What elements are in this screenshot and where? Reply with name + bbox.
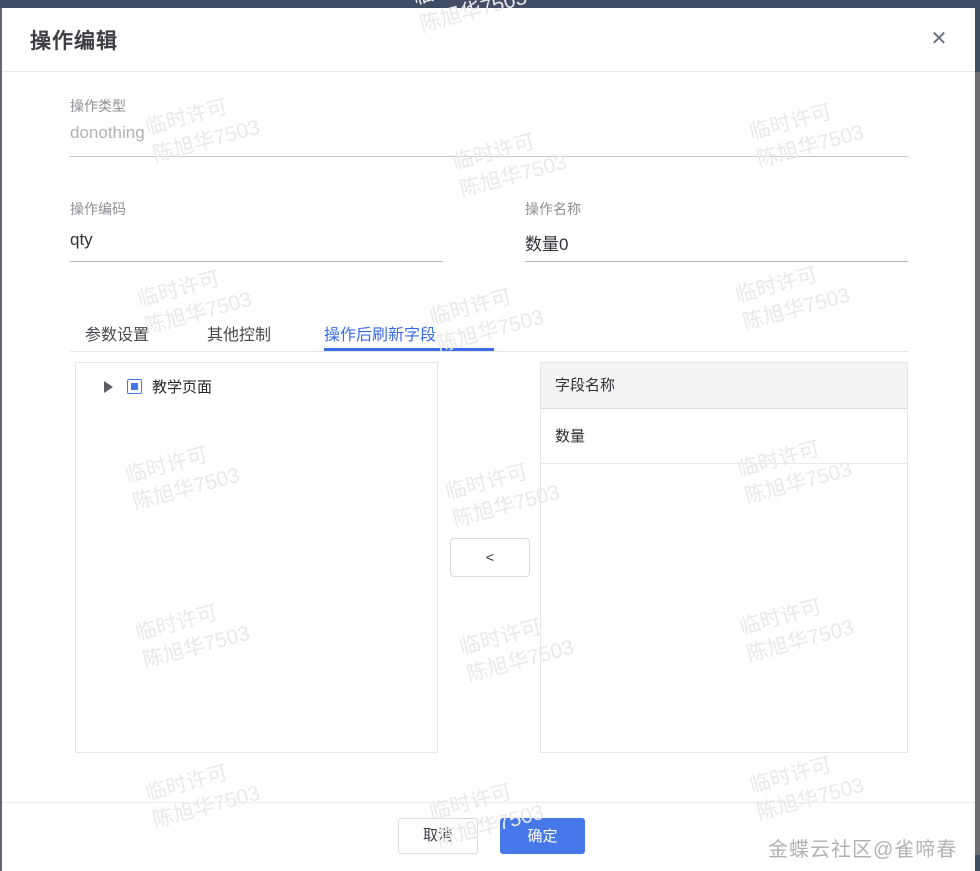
operation-name-underline: [525, 261, 908, 262]
confirm-button[interactable]: 确定: [500, 818, 585, 854]
tab-refresh-fields-after-operation[interactable]: 操作后刷新字段: [324, 321, 436, 345]
tree-node-label[interactable]: 教学页面: [152, 376, 212, 397]
license-watermark: 临时许可陈旭华7503: [747, 100, 867, 172]
page-right-edge: [975, 8, 980, 855]
header-divider: [0, 71, 975, 72]
dialog-title: 操作编辑: [30, 30, 118, 53]
license-watermark: 临时许可陈旭华7503: [450, 130, 570, 202]
license-watermark: 临时许可陈旭华7503: [733, 263, 853, 335]
tab-other-controls[interactable]: 其他控制: [207, 321, 271, 345]
page-right-edge-bottom: [975, 855, 980, 871]
tab-parameter-settings[interactable]: 参数设置: [85, 321, 149, 345]
footer-divider: [0, 802, 975, 803]
field-tree-panel: 教学页面: [75, 362, 438, 753]
tree-expander-icon[interactable]: [104, 380, 113, 393]
operation-name-input[interactable]: 数量0: [525, 230, 568, 255]
table-row[interactable]: 数量: [541, 409, 907, 464]
operation-type-label: 操作类型: [70, 98, 126, 114]
close-icon[interactable]: ✕: [926, 26, 952, 52]
tree-node-checkbox[interactable]: [127, 379, 142, 394]
operation-code-label: 操作编码: [70, 201, 126, 217]
license-watermark: 临时许可陈旭华7503: [427, 285, 547, 357]
operation-code-underline: [70, 261, 443, 262]
operation-name-label: 操作名称: [525, 201, 581, 217]
checkbox-indeterminate-mark: [131, 383, 138, 390]
fields-table-header: 字段名称: [541, 363, 907, 409]
operation-code-input[interactable]: qty: [70, 230, 93, 250]
tree-node[interactable]: 教学页面: [104, 376, 212, 397]
page-top-bar: [0, 0, 980, 8]
operation-type-value: donothing: [70, 123, 145, 142]
tabbar-divider: [70, 351, 908, 352]
page-left-edge: [0, 8, 2, 871]
move-left-button[interactable]: <: [450, 538, 530, 577]
cancel-button[interactable]: 取消: [398, 818, 478, 854]
active-tab-underline: [324, 348, 494, 351]
community-credit-text: 金蝶云社区@雀啼春: [768, 839, 958, 861]
operation-type-underline: [70, 156, 908, 157]
license-watermark: 临时许可陈旭华7503: [747, 753, 867, 825]
page-right-edge-top: [975, 8, 980, 72]
selected-fields-panel: 字段名称 数量: [540, 362, 908, 753]
license-watermark: 临时许可陈旭华7503: [143, 761, 263, 833]
